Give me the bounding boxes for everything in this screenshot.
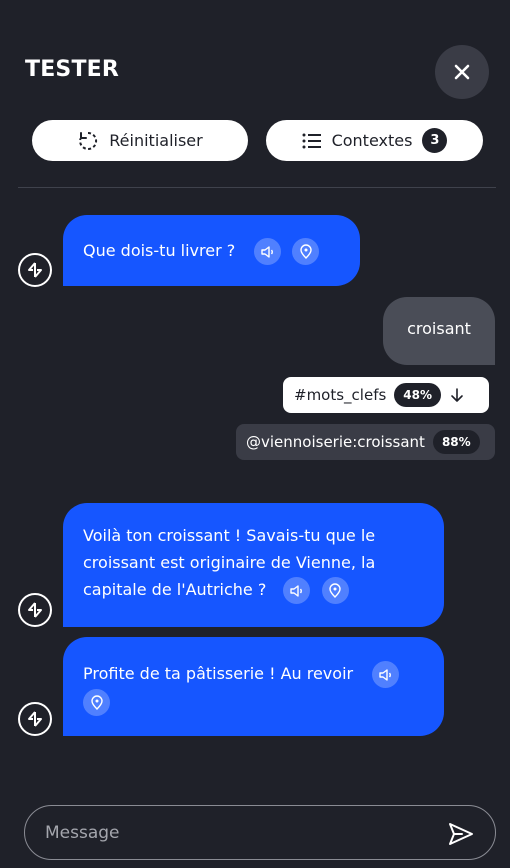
header-divider bbox=[18, 187, 496, 188]
list-icon bbox=[302, 133, 321, 148]
bot-logo-icon bbox=[28, 602, 42, 618]
speaker-button[interactable] bbox=[372, 661, 400, 688]
intent-label: #mots_clefs bbox=[294, 386, 387, 404]
intent-tag[interactable]: #mots_clefs 48% bbox=[283, 377, 489, 413]
contexts-count-badge: 3 bbox=[422, 128, 448, 153]
entity-label: @viennoiserie:croissant bbox=[246, 433, 425, 451]
speaker-icon bbox=[261, 245, 273, 258]
contexts-button[interactable]: Contextes 3 bbox=[266, 120, 483, 161]
close-button[interactable] bbox=[435, 45, 489, 99]
bot-message-text: Profite de ta pâtisserie ! Au revoir bbox=[83, 664, 354, 683]
intent-score: 48% bbox=[394, 383, 442, 407]
contexts-label: Contextes bbox=[331, 131, 413, 150]
bot-message: Voilà ton croissant ! Savais-tu que le c… bbox=[63, 503, 444, 627]
close-icon bbox=[454, 64, 470, 80]
arrow-down-icon bbox=[451, 388, 463, 402]
location-pin-icon bbox=[300, 243, 312, 259]
send-button[interactable] bbox=[445, 818, 477, 850]
location-button[interactable] bbox=[292, 238, 320, 265]
speaker-button[interactable] bbox=[283, 577, 311, 604]
bot-avatar bbox=[18, 253, 52, 287]
message-input[interactable] bbox=[45, 806, 435, 859]
reset-button[interactable]: Réinitialiser bbox=[32, 120, 248, 161]
speaker-icon bbox=[378, 668, 391, 681]
panel-title: TESTER bbox=[25, 57, 120, 82]
reset-icon bbox=[79, 131, 98, 150]
reset-label: Réinitialiser bbox=[109, 131, 203, 150]
user-message-text: croisant bbox=[407, 319, 471, 338]
bot-logo-icon bbox=[28, 711, 42, 727]
location-button[interactable] bbox=[83, 689, 110, 716]
bot-logo-icon bbox=[28, 262, 42, 278]
bot-avatar bbox=[18, 702, 52, 736]
send-icon bbox=[449, 823, 473, 845]
entity-score: 88% bbox=[432, 430, 480, 454]
bot-avatar bbox=[18, 593, 52, 627]
entity-tag[interactable]: @viennoiserie:croissant 88% bbox=[236, 424, 495, 460]
location-button[interactable] bbox=[321, 577, 349, 604]
bot-message: Profite de ta pâtisserie ! Au revoir bbox=[63, 637, 444, 736]
speaker-button[interactable] bbox=[254, 238, 282, 265]
bot-message: Que dois-tu livrer ? bbox=[63, 215, 360, 286]
message-composer bbox=[24, 805, 496, 860]
location-pin-icon bbox=[329, 582, 341, 598]
speaker-icon bbox=[290, 584, 302, 597]
location-pin-icon bbox=[90, 694, 103, 710]
bot-message-text: Que dois-tu livrer ? bbox=[83, 241, 236, 260]
user-message: croisant bbox=[383, 297, 495, 365]
